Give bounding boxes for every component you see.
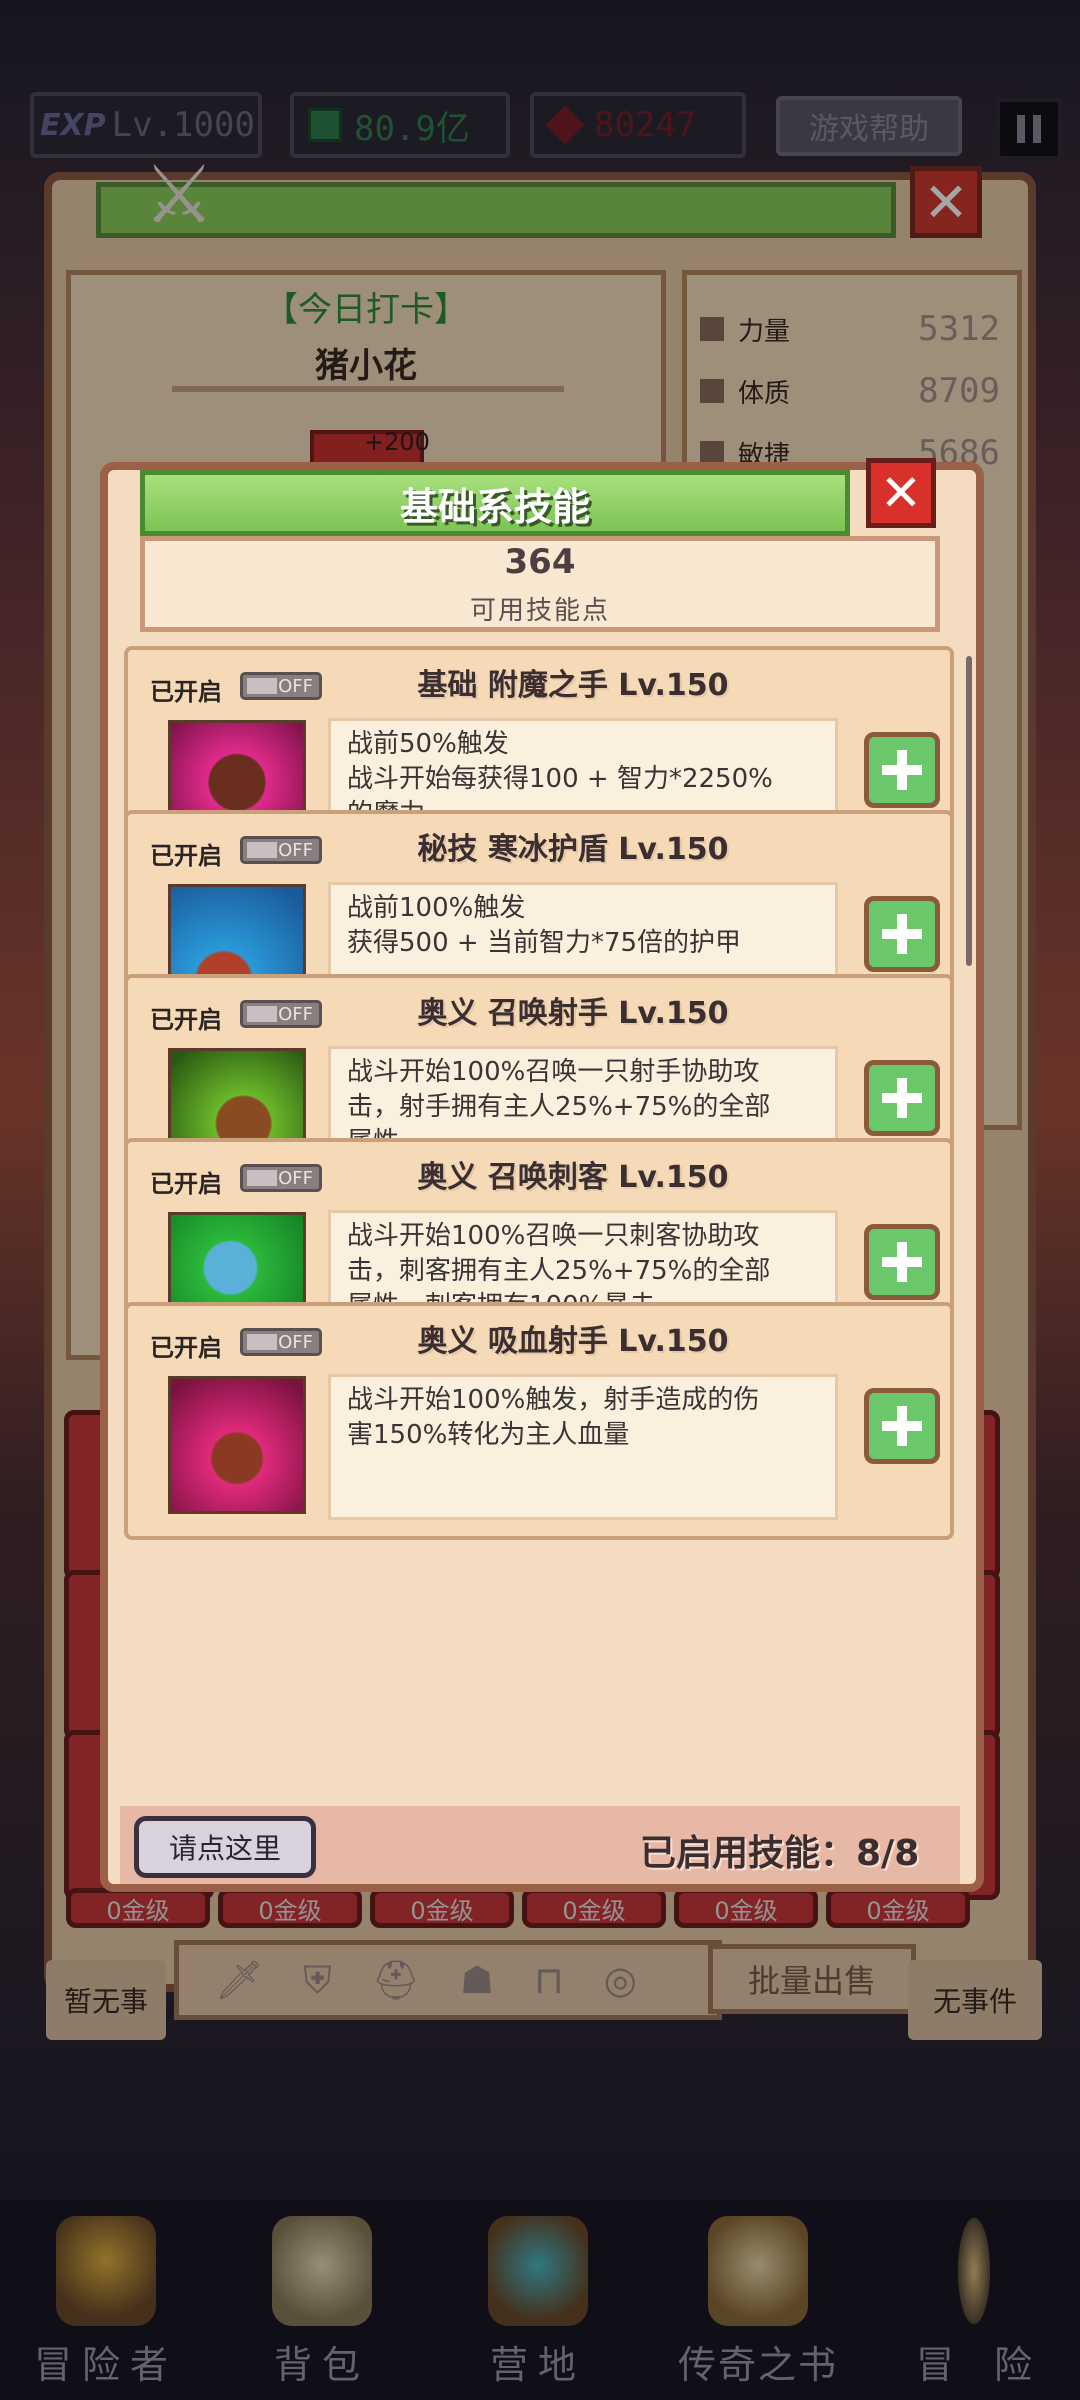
skill-status: 已开启 — [150, 678, 222, 706]
toggle-label: OFF — [278, 675, 313, 697]
skill-card: 已开启 OFF 奥义 吸血射手 Lv.150 战斗开始100%触发，射手造成的伤… — [124, 1302, 954, 1540]
skill-name: 奥义 召唤刺客 Lv.150 — [417, 1160, 729, 1195]
skill-status: 已开启 — [150, 1006, 222, 1034]
upgrade-skill-button[interactable] — [864, 1224, 940, 1300]
desc-line: 战前50%触发 — [347, 729, 509, 759]
enabled-skills-count: 已启用技能：8/8 — [640, 1833, 920, 1874]
skill-name: 奥义 召唤射手 Lv.150 — [417, 996, 729, 1031]
modal-close-button[interactable]: ✕ — [866, 458, 936, 528]
toggle-label: OFF — [278, 1331, 313, 1353]
skill-list-scrollbar[interactable] — [966, 656, 972, 966]
desc-line: 害150%转化为主人血量 — [347, 1420, 630, 1450]
upgrade-skill-button[interactable] — [864, 732, 940, 808]
skill-points-label: 可用技能点 — [469, 596, 610, 626]
desc-line: 战斗开始100%召唤一只刺客协助攻 — [347, 1221, 760, 1251]
desc-line: 击，刺客拥有主人25%+75%的全部 — [347, 1256, 771, 1286]
click-here-button[interactable]: 请点这里 — [134, 1816, 316, 1878]
skill-name: 秘技 寒冰护盾 Lv.150 — [417, 832, 729, 867]
skill-toggle[interactable]: OFF — [240, 672, 322, 700]
close-icon: ✕ — [880, 464, 922, 522]
skill-status: 已开启 — [150, 842, 222, 870]
desc-line: 战斗开始100%召唤一只射手协助攻 — [347, 1057, 760, 1087]
skill-status: 已开启 — [150, 1170, 222, 1198]
modal-title: 基础系技能 — [140, 470, 850, 536]
skill-list[interactable]: 已开启 OFF 基础 附魔之手 Lv.150 战前50%触发 战斗开始每获得10… — [120, 646, 960, 1806]
vampire-archer-icon — [168, 1376, 306, 1514]
toggle-label: OFF — [278, 1003, 313, 1025]
skill-toggle[interactable]: OFF — [240, 1000, 322, 1028]
desc-line: 获得500 + 当前智力*75倍的护甲 — [347, 928, 742, 958]
skill-toggle[interactable]: OFF — [240, 1328, 322, 1356]
skill-points-value: 364 — [504, 542, 576, 582]
upgrade-skill-button[interactable] — [864, 1060, 940, 1136]
skill-name: 基础 附魔之手 Lv.150 — [417, 668, 729, 703]
skill-toggle[interactable]: OFF — [240, 836, 322, 864]
desc-line: 战斗开始每获得100 + 智力*2250% — [347, 764, 773, 794]
desc-line: 战前100%触发 — [347, 893, 526, 923]
skill-name: 奥义 吸血射手 Lv.150 — [417, 1324, 729, 1359]
skill-description: 战斗开始100%触发，射手造成的伤 害150%转化为主人血量 — [328, 1374, 838, 1520]
upgrade-skill-button[interactable] — [864, 1388, 940, 1464]
upgrade-skill-button[interactable] — [864, 896, 940, 972]
desc-line: 击，射手拥有主人25%+75%的全部 — [347, 1092, 771, 1122]
toggle-label: OFF — [278, 839, 313, 861]
toggle-label: OFF — [278, 1167, 313, 1189]
skill-toggle[interactable]: OFF — [240, 1164, 322, 1192]
skill-status: 已开启 — [150, 1334, 222, 1362]
desc-line: 战斗开始100%触发，射手造成的伤 — [347, 1385, 760, 1415]
